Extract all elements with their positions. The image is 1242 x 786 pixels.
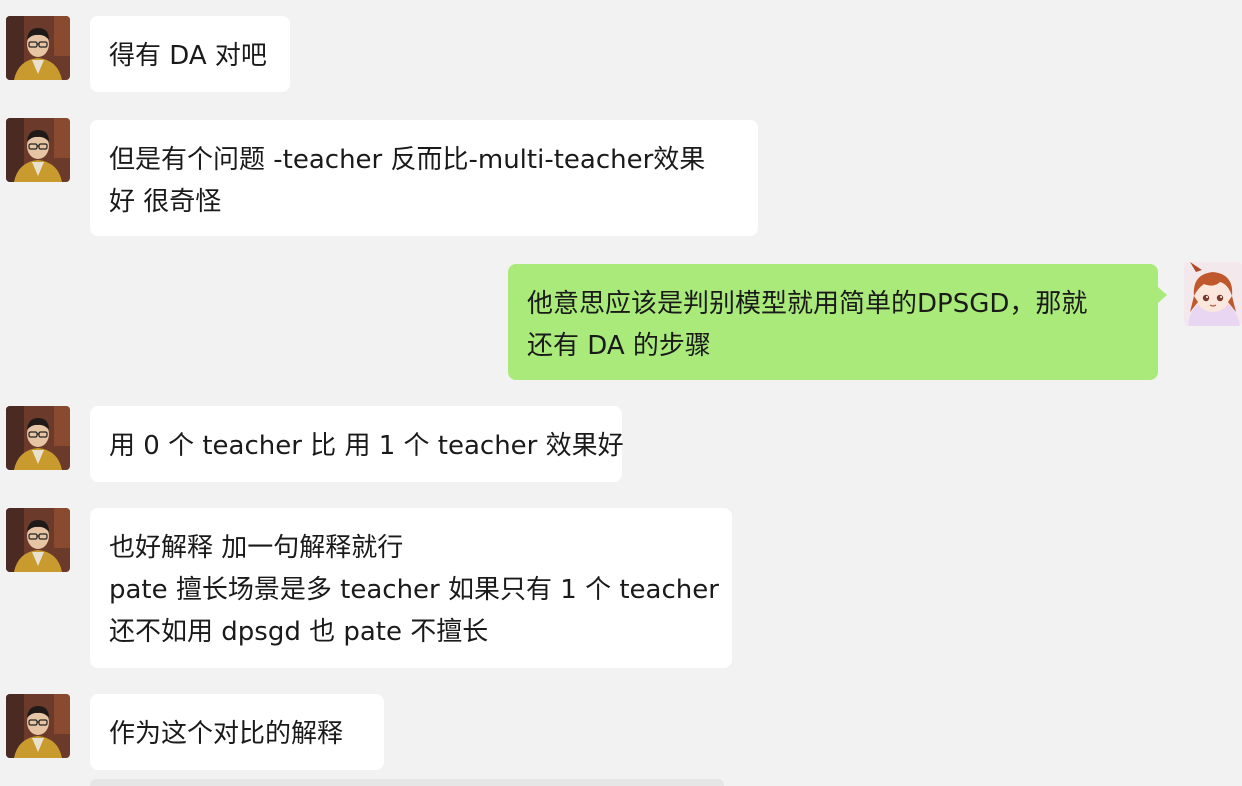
message-text: 但是有个问题 -teacher 反而比-multi-teacher效果 [109,145,706,175]
message-bubble[interactable]: 得有 DA 对吧 [90,16,290,92]
message-bubble[interactable]: 但是有个问题 -teacher 反而比-multi-teacher效果 好 很奇… [90,120,758,236]
message-text: 好 很奇怪 [109,187,222,217]
anime-girl-avatar-icon [1184,262,1242,326]
male-avatar-icon [6,508,70,572]
message-bubble[interactable]: 作为这个对比的解释 [90,694,384,770]
message-bubble[interactable]: 也好解释 加一句解释就行 pate 擅长场景是多 teacher 如果只有 1 … [90,508,732,668]
message-bubble-partial[interactable] [90,779,724,786]
contact-avatar[interactable] [6,118,70,182]
male-avatar-icon [6,118,70,182]
chat-message-list[interactable]: 得有 DA 对吧 但是有个问题 -teacher 反而比-multi-teach… [0,0,1242,786]
male-avatar-icon [6,16,70,80]
contact-avatar[interactable] [6,16,70,80]
message-bubble[interactable]: 用 0 个 teacher 比 用 1 个 teacher 效果好 [90,406,624,482]
bubble-tail [1158,287,1167,303]
contact-avatar[interactable] [6,406,70,470]
self-avatar[interactable] [1184,262,1242,326]
message-text: 还不如用 dpsgd 也 pate 不擅长 [109,617,489,647]
message-text: 他意思应该是判别模型就用简单的DPSGD，那就 [527,289,1088,319]
message-text: 得有 DA 对吧 [109,41,267,71]
male-avatar-icon [6,406,70,470]
message-bubble-self[interactable]: 他意思应该是判别模型就用简单的DPSGD，那就 还有 DA 的步骤 [508,264,1158,380]
contact-avatar[interactable] [6,508,70,572]
male-avatar-icon [6,694,70,758]
message-text: 作为这个对比的解释 [109,719,344,749]
message-text: 也好解释 加一句解释就行 [109,533,404,563]
contact-avatar[interactable] [6,694,70,758]
message-text: 还有 DA 的步骤 [527,331,711,361]
message-text: 用 0 个 teacher 比 用 1 个 teacher 效果好 [109,431,624,461]
message-text: pate 擅长场景是多 teacher 如果只有 1 个 teacher [109,575,719,605]
